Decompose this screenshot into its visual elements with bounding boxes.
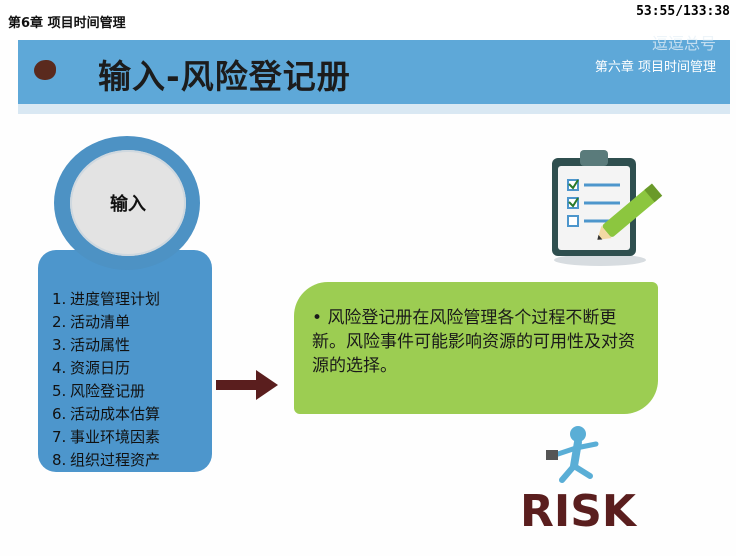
list-item: 1. 进度管理计划: [52, 290, 161, 308]
list-item: 8. 组织过程资产: [52, 451, 161, 469]
inputs-list: 1. 进度管理计划 2. 活动清单 3. 活动属性 4. 资源日历 5. 风险登记册 6.…: [52, 288, 160, 472]
list-item: 3. 活动属性: [52, 336, 131, 354]
description-text: • 风险登记册在风险管理各个过程不断更新。风险事件可能影响资源的可用性及对资源的…: [312, 308, 635, 376]
risk-runner-icon: RISK: [520, 426, 638, 534]
list-item: 2. 活动清单: [52, 313, 131, 331]
video-timer: 53:55/133:38: [636, 4, 730, 19]
list-item: 5. 风险登记册: [52, 382, 146, 400]
list-item: 7. 事业环境因素: [52, 428, 161, 446]
top-bar: 第6章 项目时间管理 53:55/133:38: [0, 0, 736, 40]
bullet-icon: •: [312, 308, 323, 328]
right-arrow-icon: [216, 370, 278, 400]
list-item: 6. 活动成本估算: [52, 405, 161, 423]
slide-subtitle: 第六章 项目时间管理: [594, 60, 716, 75]
risk-word: RISK: [520, 486, 638, 534]
chapter-label: 第6章 项目时间管理: [8, 16, 126, 31]
clipboard-checklist-icon: [552, 150, 663, 266]
slide-title: 输入-风险登记册: [98, 57, 351, 96]
watermark: 逗逗总号: [651, 34, 716, 53]
input-circle-label: 输入: [110, 194, 146, 215]
list-item: 4. 资源日历: [52, 359, 131, 377]
header-bullet-icon: [34, 60, 56, 80]
slide-frame: 第6章 项目时间管理 53:55/133:38 输入-风险登记册 逗逗总号 第六…: [0, 0, 736, 556]
header-band-shadow: [18, 104, 730, 114]
